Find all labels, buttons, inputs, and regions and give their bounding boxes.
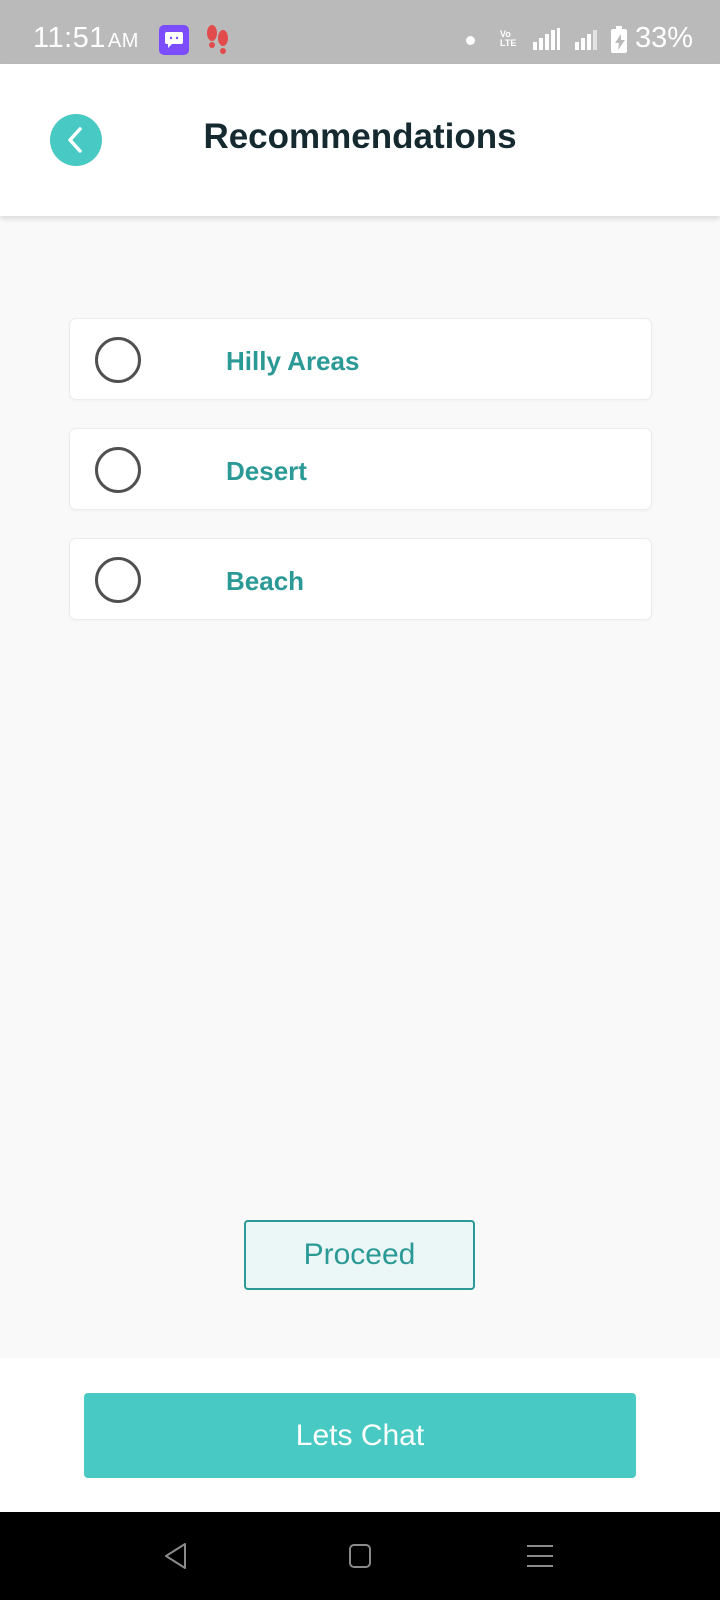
page-title: Recommendations <box>203 117 517 156</box>
status-bar: 11:51 AM Vo LTE 33% <box>0 0 720 64</box>
chat-app-icon <box>159 25 189 55</box>
status-time-value: 11:51 <box>33 22 106 54</box>
radio-button[interactable] <box>95 337 141 383</box>
footsteps-icon <box>205 24 231 61</box>
battery-charging-icon <box>611 26 627 53</box>
option-label: Beach <box>226 566 305 596</box>
radio-button[interactable] <box>95 447 141 493</box>
bottom-panel: Lets Chat <box>0 1358 720 1512</box>
option-desert[interactable]: Desert <box>69 428 652 510</box>
radio-button[interactable] <box>95 557 141 603</box>
status-time-ampm: AM <box>107 30 139 52</box>
dot-icon <box>466 36 475 45</box>
volte-icon: Vo LTE <box>500 29 517 48</box>
option-label: Desert <box>226 456 307 486</box>
option-hilly-areas[interactable]: Hilly Areas <box>69 318 652 400</box>
nav-menu-icon[interactable] <box>526 1543 554 1574</box>
signal-icon <box>533 28 565 55</box>
system-nav-bar <box>0 1512 720 1600</box>
nav-back-icon[interactable] <box>163 1541 189 1576</box>
option-beach[interactable]: Beach <box>69 538 652 620</box>
signal-lte-icon <box>575 28 599 55</box>
battery-percentage: 33% <box>635 22 694 54</box>
status-time: 11:51 AM <box>33 22 139 55</box>
lets-chat-button[interactable]: Lets Chat <box>84 1393 636 1478</box>
proceed-button[interactable]: Proceed <box>244 1220 475 1290</box>
option-label: Hilly Areas <box>226 346 360 376</box>
app-bar: Recommendations <box>0 64 720 216</box>
nav-home-icon[interactable] <box>348 1543 372 1574</box>
